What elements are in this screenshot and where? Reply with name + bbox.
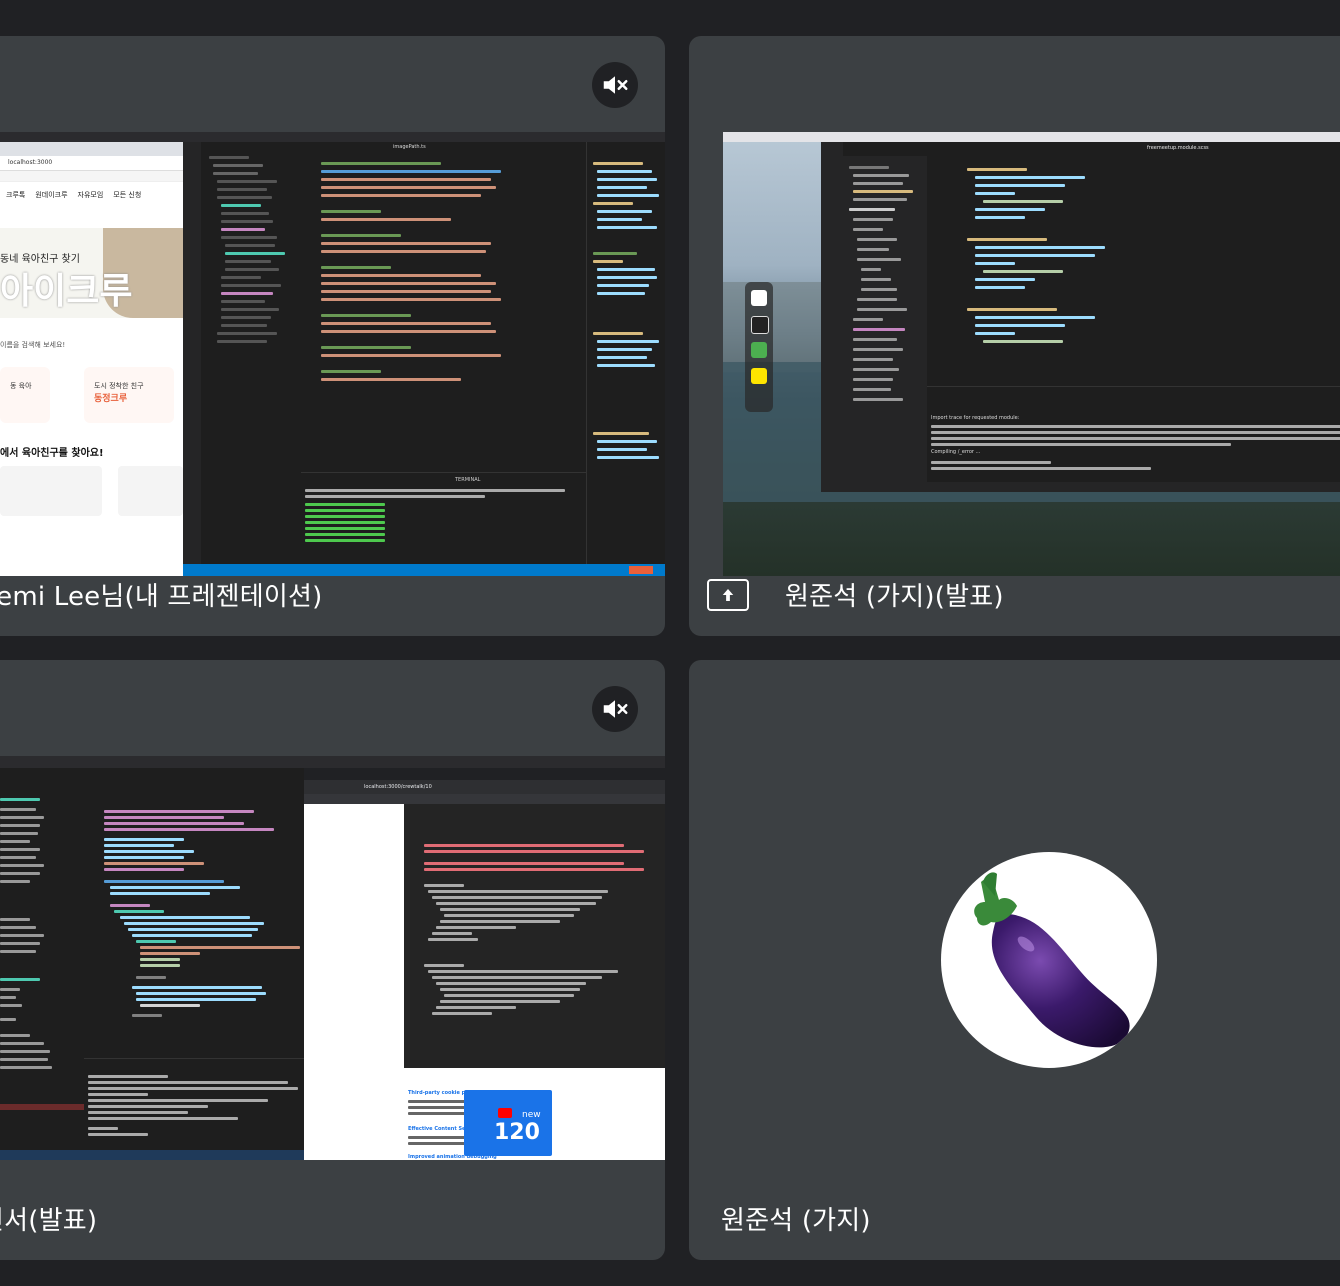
present-to-all-icon: [722, 589, 734, 601]
section-title: 에서 육아친구를 찾아요!: [0, 448, 104, 459]
mic-off-icon: [603, 76, 628, 94]
browser-url: localhost:3000: [0, 156, 183, 171]
vscode-editor: imagePath.ts: [301, 142, 586, 472]
vscode-statusbar: [821, 482, 1340, 492]
list-card-1: [0, 466, 102, 516]
nav-item-2: 원데이크루: [35, 191, 68, 199]
browser-tabs: [0, 142, 183, 156]
participant-tile-2[interactable]: freemeetup.module.scss Import trace for …: [689, 36, 1340, 636]
vscode-statusbar: [0, 1150, 304, 1160]
nav-item-4: 모든 신청: [113, 191, 142, 199]
category-card-2: 도시 정착한 친구 동정크루: [84, 367, 174, 423]
nav-item-3: 자유모임: [77, 191, 104, 199]
card-label: 도시 정착한 친구: [94, 382, 144, 390]
card-label: 동 육아: [10, 382, 32, 390]
mac-dock: [745, 282, 773, 412]
participant-tile-1[interactable]: localhost:3000 크루톡 원데이크루 자유모임 모든 신청 동네 육…: [0, 36, 665, 636]
browser-url: localhost:3000/crewtalk/10: [364, 784, 432, 790]
shared-screen-1: localhost:3000 크루톡 원데이크루 자유모임 모든 신청 동네 육…: [0, 132, 665, 576]
vscode-explorer: [843, 156, 927, 492]
participant-avatar: [941, 852, 1157, 1068]
participant-name: 진서(발표): [0, 1206, 98, 1236]
vscode-editor-split: [586, 142, 665, 576]
mac-menubar: [0, 132, 665, 142]
terminal-tab: TERMINAL: [455, 477, 481, 483]
terminal-line: Import trace for requested module:: [931, 415, 1020, 421]
search-hint: 이름을 검색해 보세요!: [0, 341, 66, 349]
youtube-icon: [498, 1108, 512, 1118]
chrome-url-bar: localhost:3000/crewtalk/10: [304, 780, 665, 794]
compile-line: Compiling /_error ...: [931, 449, 981, 455]
bookmarks-bar: [304, 794, 665, 804]
participant-name: 원준석 (가지)(발표): [785, 582, 1004, 612]
chrome-tabs: [304, 768, 665, 780]
vscode-window: freemeetup.module.scss Import trace for …: [821, 142, 1340, 492]
vscode-terminal: [84, 1058, 304, 1151]
participant-name: 원준석 (가지): [721, 1206, 871, 1236]
participant-name: aemi Lee님(내 프레젠테이션): [0, 582, 323, 612]
editor-tab: imagePath.ts: [393, 144, 426, 150]
mic-off-indicator: [592, 686, 638, 732]
nav-item-1: 크루톡: [6, 191, 26, 199]
participant-tile-4[interactable]: 원준석 (가지): [689, 660, 1340, 1260]
hero-banner: 동네 육아친구 찾기 아이크루: [0, 228, 183, 318]
bookmarks-bar: [0, 171, 183, 182]
hero-title: 아이크루: [0, 271, 133, 312]
shared-screen-2: freemeetup.module.scss Import trace for …: [723, 132, 1340, 576]
category-cards: 동 육아 도시 정착한 친구 동정크루: [0, 367, 183, 427]
browser-window: localhost:3000 크루톡 원데이크루 자유모임 모든 신청 동네 육…: [0, 142, 183, 576]
mic-off-icon: [603, 700, 628, 718]
site-nav: 크루톡 원데이크루 자유모임 모든 신청: [0, 182, 183, 208]
vscode-statusbar: [183, 564, 665, 576]
mic-off-indicator: [592, 62, 638, 108]
chrome-version-promo: new 120: [464, 1090, 552, 1156]
vscode-explorer: [0, 768, 85, 1160]
vscode-terminal: TERMINAL: [301, 472, 586, 573]
editor-tab: freemeetup.module.scss: [1147, 145, 1209, 151]
mac-menubar: [0, 756, 665, 768]
vscode-terminal: Import trace for requested module: Compi…: [927, 386, 1340, 483]
shared-screen-3: localhost:3000/crewtalk/10 Third-party c…: [0, 756, 665, 1160]
eggplant-icon: [974, 872, 1130, 1048]
vscode-editor: [84, 768, 304, 1058]
presenting-indicator: [707, 579, 749, 611]
card-title: 동정크루: [94, 394, 128, 404]
mac-menubar: [723, 132, 1340, 142]
chrome-window: localhost:3000/crewtalk/10 Third-party c…: [304, 768, 665, 1160]
vscode-activity-bar: [821, 142, 843, 492]
list-card-2: [118, 466, 183, 516]
participant-tile-3[interactable]: localhost:3000/crewtalk/10 Third-party c…: [0, 660, 665, 1260]
vscode-activity-bar: [183, 142, 201, 576]
promo-new-label: new: [522, 1110, 541, 1120]
vscode-editor: freemeetup.module.scss: [927, 145, 1340, 386]
category-card-1: 동 육아: [0, 367, 50, 423]
vscode-explorer: [201, 142, 302, 576]
promo-number: 120: [494, 1120, 540, 1145]
